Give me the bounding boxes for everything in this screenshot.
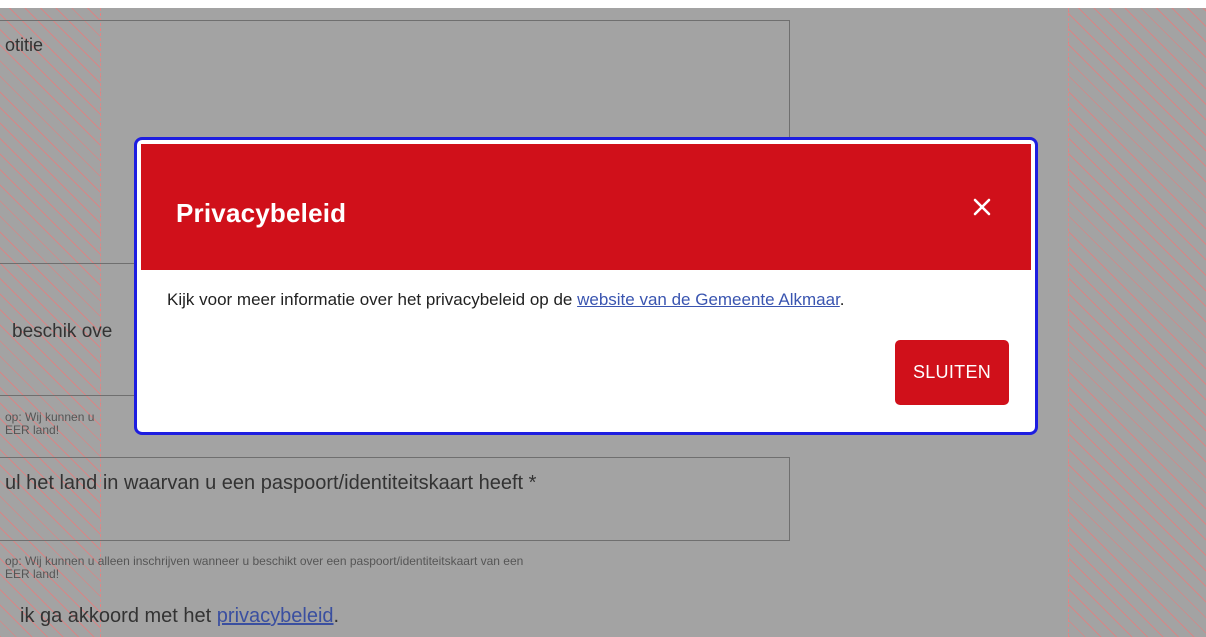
passport-select-text: beschik ove (12, 321, 113, 342)
consent-line: ik ga akkoord met het privacybeleid. (20, 605, 339, 628)
country-hint-line1: op: Wij kunnen u alleen inschrijven wann… (5, 554, 524, 568)
dialog-header: Privacybeleid (141, 144, 1031, 270)
consent-period: . (333, 605, 340, 627)
country-hint: op: Wij kunnen u alleen inschrijven wann… (5, 555, 523, 581)
dialog-title: Privacybeleid (176, 198, 347, 228)
consent-text: ik ga akkoord met het (20, 605, 217, 627)
dialog-body: Kijk voor meer informatie over het priva… (167, 290, 845, 310)
passport-hint: op: Wij kunnen u EER land! (5, 411, 94, 437)
dialog-body-period: . (839, 290, 845, 309)
municipality-website-link[interactable]: website van de Gemeente Alkmaar (577, 290, 840, 309)
close-button[interactable]: SLUITEN (895, 340, 1009, 405)
privacy-policy-link[interactable]: privacybeleid (217, 605, 334, 627)
country-input[interactable] (0, 457, 790, 541)
passport-hint-line2: EER land! (5, 423, 60, 437)
dialog-body-text: Kijk voor meer informatie over het priva… (167, 290, 578, 309)
privacy-dialog: Privacybeleid Kijk voor meer informatie … (134, 137, 1038, 435)
note-label: otitie (5, 35, 44, 55)
country-label: ul het land in waarvan u een paspoort/id… (5, 472, 537, 494)
right-hatch-margin (1068, 8, 1206, 637)
country-hint-line2: EER land! (5, 567, 60, 581)
close-icon[interactable] (967, 192, 997, 222)
